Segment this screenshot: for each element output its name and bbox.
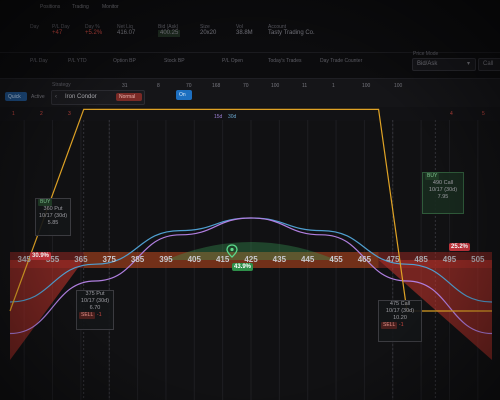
leg-card-buy-490-call[interactable]: BUY 490 Call 10/17 (30d) 7.95	[422, 172, 464, 214]
axis-tick-label: 455	[329, 255, 343, 264]
breakeven-right-pct: 25.2%	[449, 243, 471, 251]
leg-card-buy-360-put[interactable]: BUY 360 Put 10/17 (30d) 5.85	[35, 198, 71, 236]
axis-tick-label: 345	[17, 255, 31, 264]
axis-tick-label: 365	[74, 255, 88, 264]
axis-tick-label: 385	[130, 255, 145, 264]
axis-tick-label: 445	[301, 255, 315, 264]
axis-tick-label: 405	[187, 255, 201, 264]
leg-card-sell-475-call[interactable]: 475 Call 10/17 (30d) 10.20 SELL -1	[378, 300, 422, 342]
axis-tick-label: 475	[386, 255, 400, 264]
loss-region-left	[10, 260, 84, 360]
trading-app: Positions Trading Monitor Day P/L Day +4…	[0, 0, 500, 400]
axis-tick-label: 505	[471, 255, 485, 264]
current-price-marker-icon[interactable]	[226, 244, 238, 258]
axis-tick-label: 485	[414, 255, 428, 264]
leg-card-sell-375-put[interactable]: 375 Put 10/17 (30d) 6.70 SELL -1	[76, 290, 114, 330]
profit-zone-pct: 43.9%	[232, 263, 254, 271]
axis-tick-label: 395	[159, 255, 173, 264]
axis-tick-label: 495	[442, 255, 457, 264]
axis-tick-label: 435	[272, 255, 287, 264]
breakeven-left-pct: 30.9%	[30, 252, 52, 260]
axis-tick-label: 465	[357, 255, 372, 264]
axis-tick-label: 375	[102, 255, 116, 264]
